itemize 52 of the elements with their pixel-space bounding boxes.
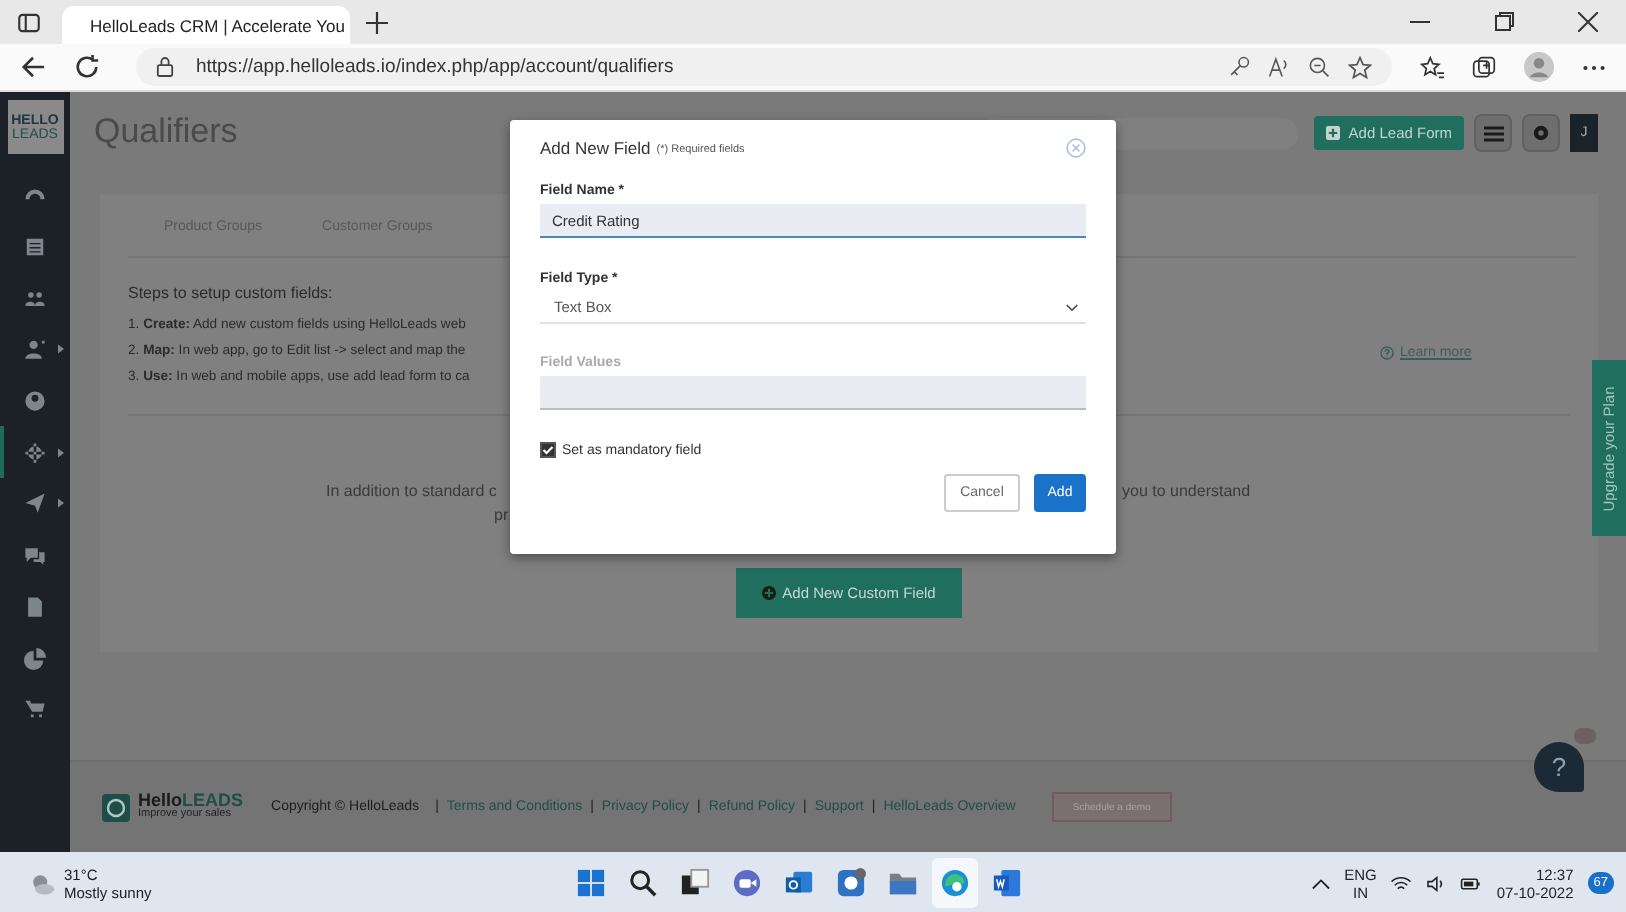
back-icon[interactable] bbox=[20, 54, 46, 80]
settings-icon bbox=[1532, 124, 1550, 142]
help-icon bbox=[1380, 346, 1394, 360]
url-text: https://app.helloleads.io/index.php/app/account/qualifiers bbox=[196, 56, 674, 78]
plus-circle-icon bbox=[762, 586, 777, 600]
send-icon bbox=[24, 492, 46, 515]
plus-square-icon bbox=[1326, 126, 1341, 140]
key-icon[interactable] bbox=[1228, 56, 1250, 78]
star-add-icon[interactable] bbox=[1348, 55, 1372, 79]
chevron-down-icon bbox=[1066, 303, 1078, 311]
intro-text: In addition to standard c bbox=[326, 482, 497, 500]
read-aloud-icon[interactable] bbox=[1268, 56, 1290, 78]
people-icon bbox=[24, 287, 46, 310]
maximize-icon[interactable] bbox=[1494, 12, 1514, 32]
document-icon bbox=[24, 595, 46, 618]
menu-button[interactable] bbox=[1474, 114, 1512, 152]
browser-tab[interactable]: HelloLeads CRM | Accelerate You bbox=[62, 6, 350, 44]
address-bar[interactable]: https://app.helloleads.io/index.php/app/account/qualifiers bbox=[136, 48, 1392, 86]
pie-chart-icon bbox=[24, 647, 46, 670]
tabs-panel-icon[interactable] bbox=[16, 9, 42, 35]
battery-icon[interactable] bbox=[1460, 875, 1483, 891]
refresh-icon[interactable] bbox=[74, 54, 100, 80]
dialog-title: Add New Field bbox=[540, 138, 651, 158]
cart-icon bbox=[24, 698, 46, 721]
person-add-icon bbox=[24, 338, 46, 361]
help-button[interactable]: ? bbox=[1534, 742, 1584, 792]
lock-icon[interactable] bbox=[156, 56, 174, 78]
checkbox[interactable] bbox=[540, 442, 556, 458]
intro-text: you to understand bbox=[1122, 482, 1251, 500]
logo-icon bbox=[102, 793, 130, 821]
weather-icon bbox=[28, 869, 56, 897]
zoom-out-icon[interactable] bbox=[1308, 56, 1330, 78]
wifi-icon[interactable] bbox=[1390, 875, 1413, 891]
chevron-up-icon[interactable] bbox=[1312, 877, 1331, 889]
collections-icon[interactable] bbox=[1472, 55, 1496, 79]
chat-icon bbox=[24, 544, 46, 567]
new-tab-icon[interactable] bbox=[366, 11, 388, 33]
speaker-icon[interactable] bbox=[1426, 875, 1447, 891]
settings-button[interactable] bbox=[1522, 114, 1560, 152]
field-values-input[interactable] bbox=[540, 376, 1086, 410]
user-icon bbox=[24, 390, 46, 413]
close-icon[interactable] bbox=[1578, 12, 1598, 32]
logo-text: HelloLEADS bbox=[138, 792, 244, 811]
intro-text: pr bbox=[494, 506, 509, 524]
profile-icon[interactable] bbox=[1524, 52, 1554, 82]
notification-badge bbox=[1574, 728, 1596, 744]
menu-icon bbox=[1483, 125, 1503, 141]
list-icon bbox=[24, 236, 46, 259]
taskbar-browser-icon[interactable] bbox=[932, 858, 978, 908]
steps-title: Steps to setup custom fields: bbox=[128, 284, 335, 302]
more-icon[interactable] bbox=[1582, 63, 1606, 71]
favorites-icon[interactable] bbox=[1420, 55, 1444, 79]
